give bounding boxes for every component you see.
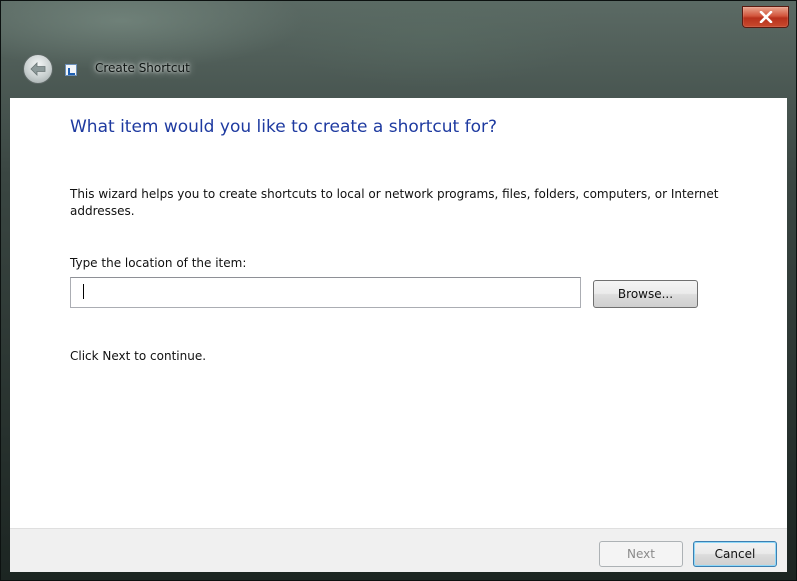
close-button[interactable] (742, 6, 789, 28)
page-title: What item would you like to create a sho… (70, 117, 498, 137)
text-caret (83, 284, 84, 299)
window-title: Create Shortcut (95, 61, 190, 75)
create-shortcut-window: Create Shortcut What item would you like… (0, 0, 797, 581)
wizard-content: What item would you like to create a sho… (10, 98, 787, 528)
next-button[interactable]: Next (599, 541, 683, 567)
wizard-description: This wizard helps you to create shortcut… (70, 187, 719, 218)
location-label: Type the location of the item: (70, 256, 247, 270)
location-input[interactable] (70, 277, 581, 308)
back-button[interactable] (23, 54, 53, 84)
back-arrow-icon (30, 62, 46, 76)
continue-hint: Click Next to continue. (70, 349, 207, 363)
shortcut-icon (65, 64, 77, 76)
close-icon (759, 11, 772, 23)
title-bar: Create Shortcut (1, 1, 797, 97)
browse-button[interactable]: Browse... (593, 280, 698, 308)
wizard-footer: Next Cancel (10, 528, 787, 572)
cancel-button[interactable]: Cancel (693, 541, 777, 567)
